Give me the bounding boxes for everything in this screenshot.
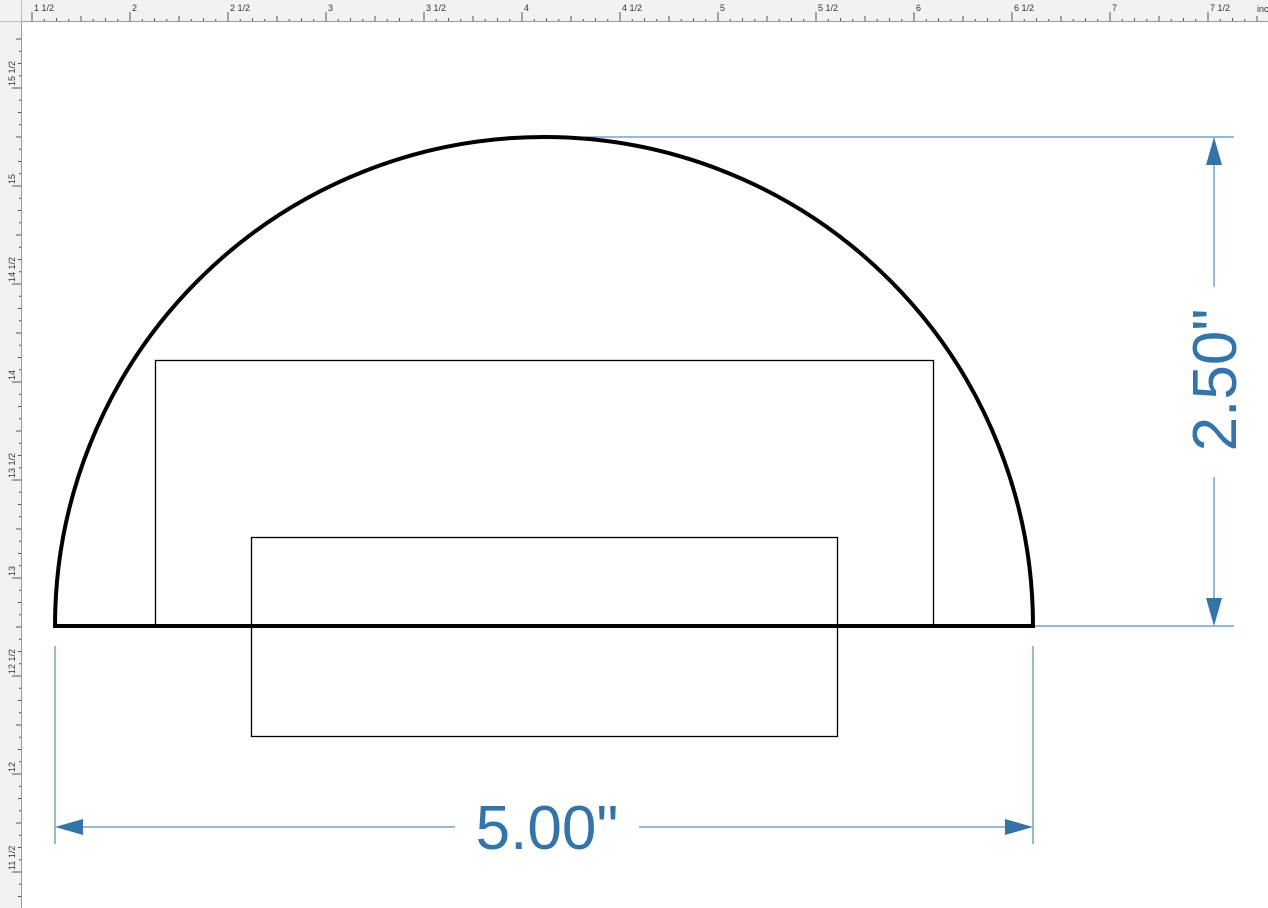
ruler-origin-icon — [0, 0, 22, 22]
vertical-ruler-label: 12 — [7, 762, 17, 772]
horizontal-ruler-label: 2 1/2 — [230, 3, 250, 13]
vertical-ruler-label: 14 1/2 — [7, 257, 17, 282]
horizontal-ruler-label: 6 — [916, 3, 921, 13]
arrow-up-icon — [1206, 137, 1222, 165]
ruler-corner — [0, 0, 22, 22]
horizontal-ruler-label: 4 — [524, 3, 529, 13]
horizontal-ruler-label: 5 — [720, 3, 725, 13]
horizontal-ruler-label: 5 1/2 — [818, 3, 838, 13]
horizontal-ruler[interactable]: inc 1 1/2 2 2 1/2 3 3 1/2 4 4 1/2 5 5 1/2 6 6 1/2 7… — [22, 0, 1268, 22]
width-dimension[interactable]: 5.00" — [55, 794, 1033, 863]
height-dimension[interactable]: 2.50" — [1181, 137, 1250, 626]
width-dimension-label: 5.00" — [476, 794, 619, 863]
height-dimension-label: 2.50" — [1181, 309, 1250, 452]
horizontal-ruler-label: 6 1/2 — [1014, 3, 1034, 13]
lower-rectangle[interactable] — [250, 536, 839, 738]
horizontal-ruler-label: 7 1/2 — [1210, 3, 1230, 13]
horizontal-ruler-label: 4 1/2 — [622, 3, 642, 13]
semicircle-shape[interactable] — [52, 135, 1036, 628]
arrow-down-icon — [1206, 598, 1222, 626]
horizontal-ruler-label: 1 1/2 — [34, 3, 54, 13]
vertical-ruler-label: 11 1/2 — [7, 846, 17, 870]
vertical-ruler[interactable]: 15 1/2 15 14 1/2 14 13 1/2 13 12 1/2 12 11 1/2 — [0, 22, 22, 908]
vertical-ruler-label: 15 1/2 — [7, 61, 17, 86]
vertical-ruler-ticks: 15 1/2 15 14 1/2 14 13 1/2 13 12 1/2 12 11 1/2 — [7, 38, 21, 897]
drawing-svg: 2.50" 5.00" — [52, 135, 1250, 863]
ruler-unit-label: inc — [1257, 4, 1268, 14]
vertical-ruler-label: 13 — [7, 566, 17, 576]
horizontal-ruler-label: 2 — [132, 3, 137, 13]
arrow-left-icon — [55, 819, 83, 835]
horizontal-ruler-ticks: inc 1 1/2 2 2 1/2 3 3 1/2 4 4 1/2 5 5 1/2 6 6 1/2 7… — [31, 3, 1268, 21]
vertical-ruler-label: 12 1/2 — [7, 649, 17, 674]
horizontal-ruler-label: 3 — [328, 3, 333, 13]
drawing-canvas[interactable]: 2.50" 5.00" — [22, 22, 1268, 908]
arrow-right-icon — [1005, 819, 1033, 835]
horizontal-ruler-label: 7 — [1112, 3, 1117, 13]
upper-rectangle[interactable] — [154, 359, 935, 628]
vertical-ruler-label: 15 — [7, 174, 17, 184]
vertical-ruler-label: 14 — [7, 370, 17, 380]
horizontal-ruler-label: 3 1/2 — [426, 3, 446, 13]
vertical-ruler-label: 13 1/2 — [7, 453, 17, 478]
